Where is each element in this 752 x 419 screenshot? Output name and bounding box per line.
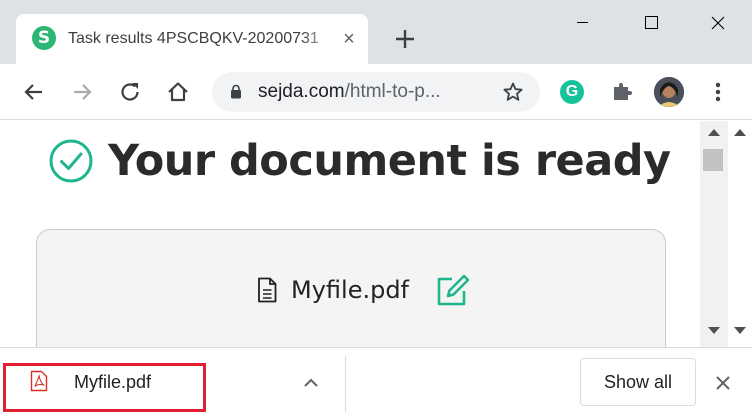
tab-close-icon[interactable]: ×: [340, 29, 358, 49]
home-icon[interactable]: [164, 78, 192, 106]
pdf-icon[interactable]: [30, 370, 48, 392]
star-icon[interactable]: [502, 81, 524, 103]
forward-icon[interactable]: [68, 78, 96, 106]
browser-toolbar: sejda.com/html-to-p... G: [0, 64, 752, 120]
page-scrollbar[interactable]: [700, 121, 728, 347]
window-close-icon[interactable]: [684, 0, 752, 46]
result-card: Myfile.pdf: [36, 229, 666, 347]
url-text[interactable]: sejda.com/html-to-p...: [258, 81, 498, 103]
page-viewport: Your document is ready Myfile.pdf: [0, 121, 700, 347]
grammarly-extension-icon[interactable]: G: [560, 80, 584, 104]
reload-icon[interactable]: [116, 78, 144, 106]
url-path: /html-to-p...: [344, 81, 441, 102]
scroll-up-icon[interactable]: [708, 129, 720, 136]
check-circle-icon: [49, 139, 93, 183]
scroll-thumb[interactable]: [703, 149, 723, 171]
chevron-up-icon[interactable]: [302, 376, 320, 390]
tab-title: Task results 4PSCBQKV-20200731: [68, 30, 319, 47]
maximize-icon[interactable]: [616, 0, 684, 46]
back-icon[interactable]: [20, 78, 48, 106]
close-icon[interactable]: [712, 372, 734, 394]
file-row: Myfile.pdf: [257, 270, 471, 310]
window-scrollbar[interactable]: [728, 121, 752, 347]
tab-strip: S Task results 4PSCBQKV-20200731 ×: [0, 0, 752, 64]
scroll-down-icon[interactable]: [708, 327, 720, 334]
tab-active[interactable]: S Task results 4PSCBQKV-20200731 ×: [16, 14, 368, 64]
show-all-button[interactable]: Show all: [580, 358, 696, 406]
window-scroll-up-icon[interactable]: [734, 129, 746, 136]
new-tab-icon[interactable]: [392, 26, 418, 52]
lock-icon[interactable]: [230, 84, 242, 99]
file-name: Myfile.pdf: [291, 276, 410, 304]
edit-icon[interactable]: [435, 273, 471, 307]
sejda-favicon-icon: S: [32, 26, 56, 50]
page-heading-row: Your document is ready: [48, 131, 671, 191]
avatar[interactable]: [654, 77, 684, 107]
url-host: sejda.com: [258, 81, 345, 102]
page-title: Your document is ready: [108, 136, 671, 186]
kebab-icon[interactable]: [708, 80, 728, 104]
download-file-name[interactable]: Myfile.pdf: [74, 372, 151, 393]
minimize-icon[interactable]: [548, 0, 616, 46]
address-bar[interactable]: sejda.com/html-to-p...: [212, 72, 540, 112]
document-icon: [258, 277, 277, 303]
download-shelf: Myfile.pdf Show all: [0, 347, 752, 419]
shelf-divider: [345, 356, 346, 412]
window-scroll-down-icon[interactable]: [734, 327, 746, 334]
puzzle-icon[interactable]: [610, 79, 634, 103]
